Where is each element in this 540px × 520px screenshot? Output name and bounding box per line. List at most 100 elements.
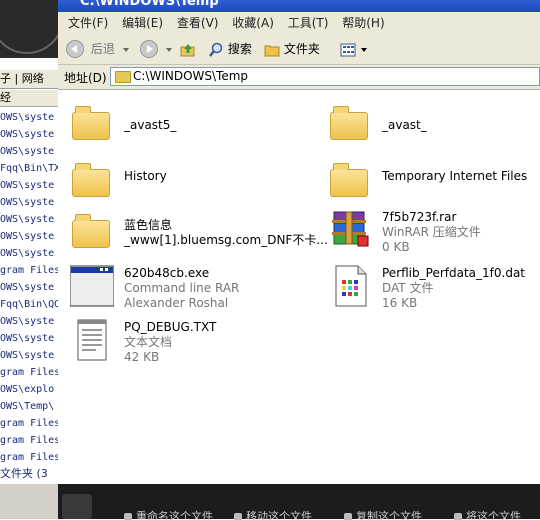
folders-button[interactable]: 文件夹 [264,39,320,59]
folder-icon [70,210,114,254]
address-input[interactable]: C:\WINDOWS\Temp [110,67,540,86]
views-icon [340,43,356,56]
application-window-icon [69,264,115,308]
file-size: 42 KB [124,350,160,364]
file-name: PQ_DEBUG.TXT [124,320,217,334]
file-item[interactable]: 蓝色信息 _www[1].bluemsg.com_DNF不卡... [66,210,328,258]
background-process-row[interactable]: OWS\syste [0,279,58,296]
address-bar: 地址(D) C:\WINDOWS\Temp [58,65,540,90]
file-item[interactable]: 620b48cb.exe Command line RAR Alexander … [66,264,296,312]
search-button[interactable]: 搜索 [208,39,252,59]
background-process-row[interactable]: gram Files [0,415,58,432]
menu-view[interactable]: 查看(V) [177,12,219,34]
publish-file-task[interactable]: 将这个文件 [454,508,540,520]
file-item[interactable]: _avast5_ [66,102,296,150]
background-window-tabs[interactable]: 子 | 网络 [0,70,58,89]
background-window: 子 | 网络 经 OWS\syste OWS\syste OWS\syste Fqq\… [0,0,58,519]
search-label: 搜索 [227,42,252,56]
background-process-row[interactable]: OWS\syste [0,109,58,126]
task-panel-button[interactable] [62,494,92,519]
file-size: 0 KB [382,240,410,254]
chevron-down-icon[interactable] [122,47,129,52]
file-name: Temporary Internet Files [382,169,528,183]
file-name-continued: _www[1].bluemsg.com_DNF不卡... [124,233,328,247]
background-process-row[interactable]: OWS\syste [0,143,58,160]
file-name: 蓝色信息 [124,218,173,232]
chevron-down-icon[interactable] [360,47,367,52]
file-item[interactable]: Temporary Internet Files [324,159,540,207]
folder-icon [115,71,131,83]
window-title[interactable]: C:\WINDOWS\Temp [58,0,540,12]
address-label: 地址(D) [64,71,107,85]
file-type: 文本文档 [124,335,173,349]
file-name: 7f5b723f.rar [382,210,457,224]
background-column-header[interactable]: 经 [0,90,58,107]
background-process-row[interactable]: gram Files [0,432,58,449]
background-process-row[interactable]: gram Files [0,364,58,381]
address-value: C:\WINDOWS\Temp [133,69,249,83]
background-status-text: 文件夹 (3 [0,467,48,480]
file-description: Command line RAR [124,281,240,295]
background-process-row[interactable]: Fqq\Bin\QQ [0,296,58,313]
file-name: _avast5_ [124,118,177,132]
task-panel: 重命名这个文件 移动这个文件 复制这个文件 将这个文件 [58,484,540,520]
background-process-row[interactable]: OWS\syste [0,194,58,211]
background-process-row[interactable]: OWS\syste [0,211,58,228]
explorer-window: C:\WINDOWS\Temp 文件(F) 编辑(E) 查看(V) 收藏(A) … [58,0,540,519]
background-process-row[interactable]: Fqq\Bin\TX [0,160,58,177]
background-process-row[interactable]: OWS\syste [0,313,58,330]
file-name: 620b48cb.exe [124,266,210,280]
file-company: Alexander Roshal [124,296,229,310]
background-process-row[interactable]: gram Files [0,449,58,466]
background-process-row[interactable]: OWS\syste [0,126,58,143]
rename-file-task[interactable]: 重命名这个文件 [124,508,213,520]
background-process-row[interactable]: OWS\Temp\ [0,398,58,415]
views-button[interactable] [340,39,367,59]
background-window-bottom [0,484,58,519]
forward-arrow-icon [140,39,158,58]
file-item[interactable]: Perflib_Perfdata_1f0.dat DAT 文件 16 KB [324,264,540,312]
background-process-list: OWS\syste OWS\syste OWS\syste Fqq\Bin\TX OWS… [0,109,58,466]
menu-edit[interactable]: 编辑(E) [122,12,163,34]
background-process-row[interactable]: OWS\syste [0,228,58,245]
background-process-row[interactable]: gram Files [0,262,58,279]
search-icon [209,42,223,57]
text-file-icon [70,318,114,362]
file-list: _avast5_ _avast_ History Temporary Inter… [58,90,540,484]
file-type: WinRAR 压缩文件 [382,225,481,239]
file-item[interactable]: 7f5b723f.rar WinRAR 压缩文件 0 KB [324,208,540,256]
background-process-row[interactable]: OWS\explo [0,381,58,398]
folders-label: 文件夹 [283,42,320,56]
file-type: DAT 文件 [382,281,434,295]
back-button[interactable]: 后退 [66,39,133,59]
copy-file-task[interactable]: 复制这个文件 [344,508,422,520]
toolbar: 后退 搜索 文件夹 [58,34,540,65]
move-file-task[interactable]: 移动这个文件 [234,508,312,520]
folder-icon [70,102,114,146]
menu-file[interactable]: 文件(F) [68,12,108,34]
background-process-row[interactable]: OWS\syste [0,177,58,194]
file-name: Perflib_Perfdata_1f0.dat [382,266,525,280]
menu-help[interactable]: 帮助(H) [342,12,384,34]
file-name: History [124,169,167,183]
background-window-header-image [0,0,58,58]
file-item[interactable]: History [66,159,296,207]
menu-favorites[interactable]: 收藏(A) [232,12,274,34]
menu-bar: 文件(F) 编辑(E) 查看(V) 收藏(A) 工具(T) 帮助(H) [58,12,540,35]
background-process-row[interactable]: OWS\syste [0,245,58,262]
file-item[interactable]: _avast_ [324,102,540,150]
file-item[interactable]: PQ_DEBUG.TXT 文本文档 42 KB [66,318,296,366]
file-name: _avast_ [382,118,427,132]
back-arrow-icon [66,39,84,58]
dat-file-icon [328,264,372,308]
folder-icon [328,102,372,146]
up-folder-icon [180,43,195,56]
background-process-row[interactable]: OWS\syste [0,347,58,364]
chevron-down-icon[interactable] [165,47,172,52]
up-folder-button[interactable] [180,39,196,59]
background-process-row[interactable]: OWS\syste [0,330,58,347]
forward-button[interactable] [140,39,176,59]
menu-tools[interactable]: 工具(T) [288,12,329,34]
folder-icon [264,45,280,56]
file-size: 16 KB [382,296,418,310]
